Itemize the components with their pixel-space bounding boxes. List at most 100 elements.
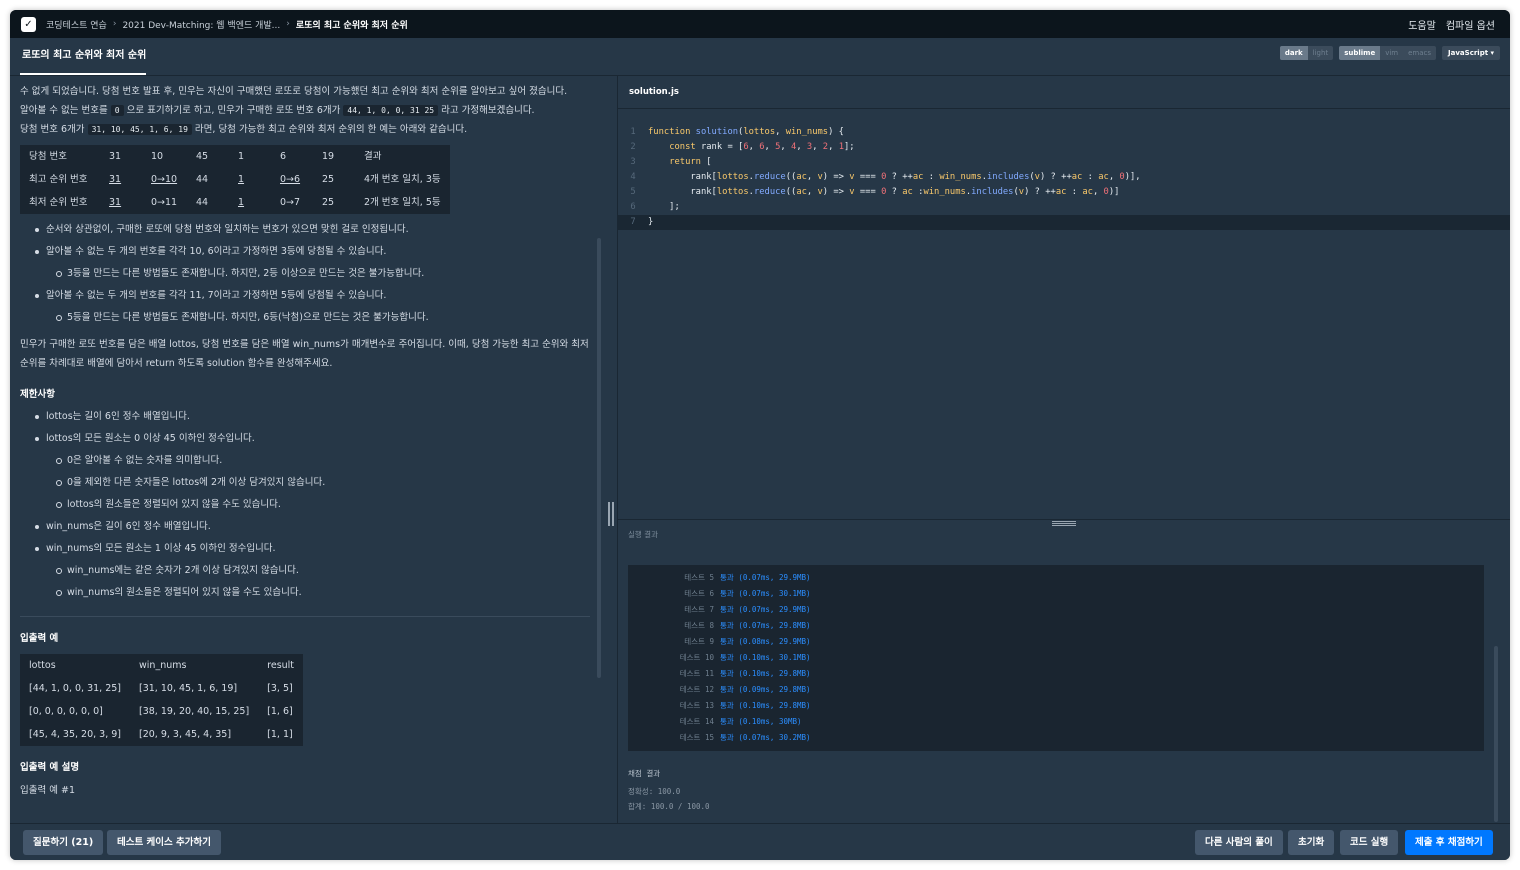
test-result-row: 테스트 10 통과 (0.10ms, 30.1MB) bbox=[628, 650, 811, 666]
code-editor[interactable]: 1 function solution(lottos, win_nums) { 2… bbox=[618, 109, 1510, 519]
table-cell: 1 bbox=[238, 197, 245, 208]
theme-light-option[interactable]: light bbox=[1308, 46, 1334, 60]
submit-button[interactable]: 제출 후 채점하기 bbox=[1405, 830, 1493, 855]
keymap-sublime-option[interactable]: sublime bbox=[1339, 46, 1381, 60]
test-result-row: 테스트 5 통과 (0.07ms, 29.9MB) bbox=[628, 570, 811, 586]
problem-scrollbar[interactable] bbox=[597, 238, 601, 678]
code-line[interactable]: 6 ]; bbox=[618, 200, 1510, 215]
editor-header: solution.js bbox=[618, 76, 1510, 109]
problem-paragraph: 당첨 번호 6개가 31, 10, 45, 1, 6, 19 라면, 당첨 가능… bbox=[20, 120, 590, 139]
editor-pane: solution.js 1 function solution(lottos, w… bbox=[618, 76, 1510, 823]
table-row: [44, 1, 0, 0, 31, 25] [31, 10, 45, 1, 6,… bbox=[20, 677, 303, 700]
tab-bar: 로또의 최고 순위와 최저 순위 dark light sublime vim … bbox=[10, 38, 1510, 76]
table-row: 최고 순위 번호 31 0→10 44 1 0→6 25 4개 번호 일치, 3… bbox=[20, 168, 450, 191]
table-cell: 44 bbox=[196, 174, 209, 185]
test-status: 통과 bbox=[720, 621, 734, 630]
table-cell: 31 bbox=[109, 174, 122, 185]
code-text: return [ bbox=[669, 157, 712, 167]
test-detail: (0.10ms, 30.1MB) bbox=[738, 653, 811, 662]
io-explanation-heading: 입출력 예 설명 bbox=[20, 762, 80, 773]
test-result-row: 테스트 12 통과 (0.09ms, 29.8MB) bbox=[628, 682, 811, 698]
results-scrollbar[interactable] bbox=[1494, 646, 1498, 822]
chevron-right-icon: › bbox=[286, 19, 290, 29]
theme-toggle: dark light bbox=[1279, 46, 1334, 60]
table-cell: 19 bbox=[322, 151, 335, 162]
add-test-case-button[interactable]: 테스트 케이스 추가하기 bbox=[107, 830, 222, 855]
rank-example-table: 당첨 번호 31 10 45 1 6 19 결과 최고 순위 번호 31 0→1… bbox=[20, 145, 450, 214]
keymap-emacs-option[interactable]: emacs bbox=[1403, 46, 1436, 60]
test-status: 통과 bbox=[720, 669, 734, 678]
test-detail: (0.08ms, 29.9MB) bbox=[738, 637, 811, 646]
table-cell: 0→10 bbox=[151, 174, 178, 185]
test-status: 통과 bbox=[720, 589, 734, 598]
reset-button[interactable]: 초기화 bbox=[1288, 830, 1335, 855]
code-line[interactable]: 3 return [ bbox=[618, 155, 1510, 170]
test-detail: (0.09ms, 29.8MB) bbox=[738, 685, 811, 694]
list-item: win_nums의 모든 원소는 1 이상 45 이하인 정수입니다. bbox=[20, 539, 590, 558]
results-header: 실행 결과 bbox=[618, 519, 1510, 543]
run-code-button[interactable]: 코드 실행 bbox=[1340, 830, 1399, 855]
footer-toolbar: 질문하기 (21) 테스트 케이스 추가하기 다른 사람의 풀이 초기화 코드 … bbox=[10, 823, 1510, 860]
line-number: 3 bbox=[630, 157, 636, 167]
inline-code: 0 bbox=[110, 105, 124, 116]
test-name: 테스트 6 bbox=[684, 589, 714, 598]
code-line-active[interactable]: 7} bbox=[618, 215, 1510, 230]
line-number: 6 bbox=[630, 202, 636, 212]
test-name: 테스트 13 bbox=[679, 701, 714, 710]
list-item: 알아볼 수 없는 두 개의 번호를 각각 10, 6이라고 가정하면 3등에 당… bbox=[20, 242, 590, 261]
table-cell: 25 bbox=[322, 197, 335, 208]
breadcrumb-dev-matching[interactable]: 2021 Dev-Matching: 웹 백엔드 개발... bbox=[122, 18, 280, 31]
line-number: 7 bbox=[630, 217, 636, 227]
list-item: lottos는 길이 6인 정수 배열입니다. bbox=[20, 407, 590, 426]
list-item: lottos의 원소들은 정렬되어 있지 않을 수도 있습니다. bbox=[20, 495, 590, 514]
language-select[interactable]: JavaScript ▾ bbox=[1442, 46, 1500, 60]
test-result-row: 테스트 9 통과 (0.08ms, 29.9MB) bbox=[628, 634, 811, 650]
breadcrumb-coding-test[interactable]: 코딩테스트 연습 bbox=[46, 18, 107, 31]
table-cell: [44, 1, 0, 0, 31, 25] bbox=[29, 683, 122, 694]
code-line[interactable]: 2 const rank = [6, 6, 5, 4, 3, 2, 1]; bbox=[618, 140, 1510, 155]
programmers-logo-icon[interactable]: ✓ bbox=[21, 16, 36, 32]
code-line[interactable]: 4 rank[lottos.reduce((ac, v) => v === 0 … bbox=[618, 170, 1510, 185]
help-link[interactable]: 도움말 bbox=[1408, 17, 1436, 32]
test-result-row: 테스트 11 통과 (0.10ms, 29.8MB) bbox=[628, 666, 811, 682]
problem-text: 라고 가정해보겠습니다. bbox=[441, 105, 535, 116]
results-resize-handle[interactable] bbox=[1052, 521, 1076, 526]
keymap-toggle: sublime vim emacs bbox=[1339, 46, 1437, 60]
table-cell: 31 bbox=[109, 151, 122, 162]
test-name: 테스트 8 bbox=[684, 621, 714, 630]
keymap-vim-option[interactable]: vim bbox=[1380, 46, 1403, 60]
table-cell: 2개 번호 일치, 5등 bbox=[364, 197, 441, 208]
test-name: 테스트 11 bbox=[679, 669, 714, 678]
test-result-row: 테스트 8 통과 (0.07ms, 29.8MB) bbox=[628, 618, 810, 634]
table-cell: 31 bbox=[109, 197, 122, 208]
table-cell: 25 bbox=[322, 174, 335, 185]
table-cell: [45, 4, 35, 20, 3, 9] bbox=[29, 729, 122, 740]
table-cell: 1 bbox=[238, 151, 245, 162]
test-status: 통과 bbox=[720, 733, 734, 742]
pane-resize-handle[interactable] bbox=[608, 502, 614, 526]
list-item: win_nums은 길이 6인 정수 배열입니다. bbox=[20, 517, 590, 536]
top-nav: ✓ 코딩테스트 연습 › 2021 Dev-Matching: 웹 백엔드 개발… bbox=[10, 10, 1510, 38]
test-name: 테스트 12 bbox=[679, 685, 714, 694]
compile-options-link[interactable]: 컴파일 옵션 bbox=[1446, 17, 1495, 32]
list-item: 5등을 만드는 다른 방법들도 존재합니다. 하지만, 6등(낙첨)으로 만드는… bbox=[20, 308, 590, 327]
test-detail: (0.07ms, 29.9MB) bbox=[738, 573, 811, 582]
editor-options: dark light sublime vim emacs JavaScript … bbox=[1279, 46, 1500, 60]
problem-text: 으로 표기하기로 하고, 민우가 구매한 로또 번호 6개가 bbox=[126, 105, 341, 116]
others-solutions-button[interactable]: 다른 사람의 풀이 bbox=[1195, 830, 1283, 855]
code-text: } bbox=[648, 217, 654, 227]
theme-dark-option[interactable]: dark bbox=[1279, 46, 1308, 60]
test-detail: (0.07ms, 29.9MB) bbox=[738, 605, 811, 614]
io-example-label: 입출력 예 #1 bbox=[20, 785, 76, 796]
test-detail: (0.07ms, 30.1MB) bbox=[738, 589, 811, 598]
code-line[interactable]: 1 function solution(lottos, win_nums) { bbox=[618, 125, 1510, 140]
test-status: 통과 bbox=[720, 717, 734, 726]
ask-question-button[interactable]: 질문하기 (21) bbox=[23, 830, 104, 855]
test-detail: (0.07ms, 30.2MB) bbox=[738, 733, 811, 742]
grading-result: 채점 결과 정확성: 100.0 합계: 100.0 / 100.0 bbox=[628, 766, 710, 814]
code-line[interactable]: 5 rank[lottos.reduce((ac, v) => v === 0 … bbox=[618, 185, 1510, 200]
tab-problem[interactable]: 로또의 최고 순위와 최저 순위 bbox=[20, 38, 148, 75]
table-cell: [38, 19, 20, 40, 15, 25] bbox=[139, 706, 250, 717]
list-item: lottos의 모든 원소는 0 이상 45 이하인 정수입니다. bbox=[20, 429, 590, 448]
explanation-list: 순서와 상관없이, 구매한 로또에 당첨 번호와 일치하는 번호가 있으면 맞힌… bbox=[20, 220, 590, 327]
